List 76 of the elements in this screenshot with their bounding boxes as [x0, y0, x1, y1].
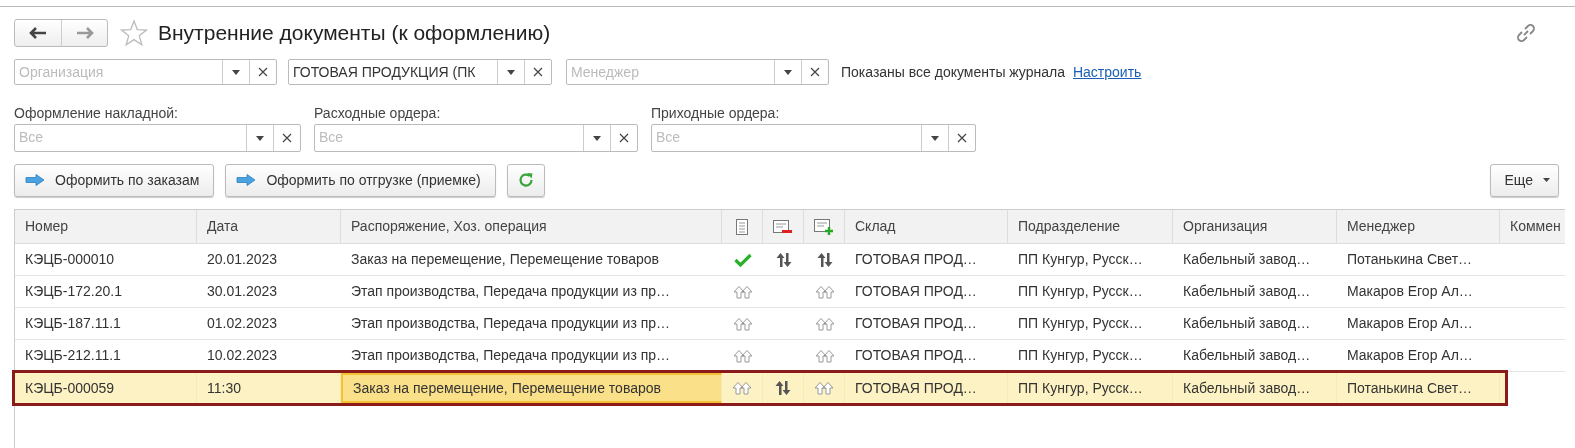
table-cell-text: ГОТОВАЯ ПРОД… [854, 250, 978, 269]
table-cell-text: Кабельный завод… [1182, 250, 1312, 269]
table-cell-text: Этап производства, Передача продукции из пр… [350, 346, 672, 365]
column-header[interactable]: Дата [197, 210, 341, 243]
field-label: Приходные ордера: [651, 105, 781, 121]
table-cell-text: ГОТОВАЯ ПРОД… [854, 346, 978, 365]
table-cell-text: Макаров Егор Ал… [1346, 282, 1474, 301]
dropdown-icon[interactable] [232, 69, 240, 75]
column-header[interactable]: Подразделение [1008, 210, 1173, 243]
table-cell: Кабельный завод… [1173, 373, 1337, 403]
refresh-icon [516, 171, 535, 189]
column-header[interactable]: Распоряжение, Хоз. операция [341, 210, 722, 243]
table-cell-text: Этап производства, Передача продукции из пр… [350, 282, 672, 301]
table-cell-text: Кабельный завод… [1182, 282, 1312, 301]
table-cell-text: Кабельный завод… [1182, 314, 1312, 333]
refresh-button[interactable] [506, 163, 545, 197]
window-title: Внутренние документы (к оформлению) [158, 21, 551, 45]
filter-field[interactable]: ГОТОВАЯ ПРОДУКЦИЯ (ПК [288, 59, 552, 85]
table-cell-text: ПП Кунгур, Русск… [1017, 250, 1144, 269]
dropdown-icon[interactable] [593, 135, 601, 141]
action-button[interactable]: Оформить по отгрузке (приемке) [225, 163, 496, 197]
table-cell-text: 10.02.2023 [206, 346, 279, 365]
column-header[interactable]: Номер [15, 210, 197, 243]
table-cell: Потанькина Свет… [1337, 373, 1500, 403]
column-header[interactable]: Организация [1173, 210, 1337, 243]
table-cell-text: КЭЦБ-187.11.1 [24, 314, 122, 333]
document-icon[interactable] [735, 218, 749, 235]
clear-icon[interactable] [533, 67, 543, 77]
document-minus-icon[interactable] [773, 218, 793, 235]
clear-icon[interactable] [282, 133, 292, 143]
table-cell-text: Этап производства, Передача продукции из пр… [350, 314, 672, 333]
clear-icon[interactable] [810, 67, 820, 77]
table-cell-text: Заказ на перемещение, Перемещение товаров [350, 250, 660, 269]
column-header[interactable]: Менеджер [1337, 210, 1500, 243]
document-plus-icon[interactable] [814, 217, 834, 236]
forward-arrow-icon [75, 27, 94, 39]
clear-icon[interactable] [957, 133, 967, 143]
table-cell: Заказ на перемещение, Перемещение товаров [341, 373, 722, 403]
table-cell-text: КЭЦБ-172.20.1 [24, 282, 123, 301]
table-cell-text: ГОТОВАЯ ПРОД… [854, 314, 978, 333]
back-arrow-icon [29, 27, 47, 39]
dropdown-icon[interactable] [784, 69, 792, 75]
action-button[interactable]: Оформить по заказам [14, 163, 215, 197]
field-label: Оформление накладной: [14, 105, 179, 121]
star-icon[interactable] [120, 19, 148, 47]
table-cell-text: 30.01.2023 [206, 282, 279, 301]
settings-link[interactable]: Настроить [1072, 64, 1142, 80]
table-cell-text: Макаров Егор Ал… [1346, 314, 1474, 333]
link-icon[interactable] [1515, 22, 1537, 44]
table-cell-text: ПП Кунгур, Русск… [1017, 282, 1144, 301]
table-cell-text: ПП Кунгур, Русск… [1017, 314, 1144, 333]
arrow-icon [236, 174, 257, 186]
dropdown-icon[interactable] [507, 69, 515, 75]
table-cell: ПП Кунгур, Русск… [1008, 373, 1173, 403]
table-cell: КЭЦБ-000059 [15, 373, 197, 403]
more-button[interactable]: Еще [1489, 163, 1559, 197]
filter-info-text: Показаны все документы журнала [841, 64, 1065, 80]
table-cell-text: КЭЦБ-000010 [24, 250, 116, 269]
field-label: Расходные ордера: [314, 105, 442, 121]
dropdown-icon[interactable] [256, 135, 264, 141]
table-cell-text: 01.02.2023 [206, 314, 279, 333]
dropdown-icon[interactable] [931, 135, 939, 141]
table-cell-text: КЭЦБ-212.11.1 [24, 346, 122, 365]
table-cell-text: Макаров Егор Ал… [1346, 346, 1474, 365]
table-cell-text: ГОТОВАЯ ПРОД… [854, 282, 978, 301]
column-header[interactable]: Склад [845, 210, 1008, 243]
clear-icon[interactable] [619, 133, 629, 143]
column-header[interactable]: Коммен [1500, 210, 1565, 243]
table-cell-text: ПП Кунгур, Русск… [1017, 346, 1144, 365]
table-cell: ГОТОВАЯ ПРОД… [845, 373, 1008, 403]
arrow-icon [25, 174, 45, 186]
table-cell-text: Потанькина Свет… [1346, 250, 1474, 269]
table-cell-text: Кабельный завод… [1182, 346, 1312, 365]
table-cell-text: 20.01.2023 [206, 250, 279, 269]
clear-icon[interactable] [258, 67, 268, 77]
caret-icon [1543, 178, 1550, 182]
